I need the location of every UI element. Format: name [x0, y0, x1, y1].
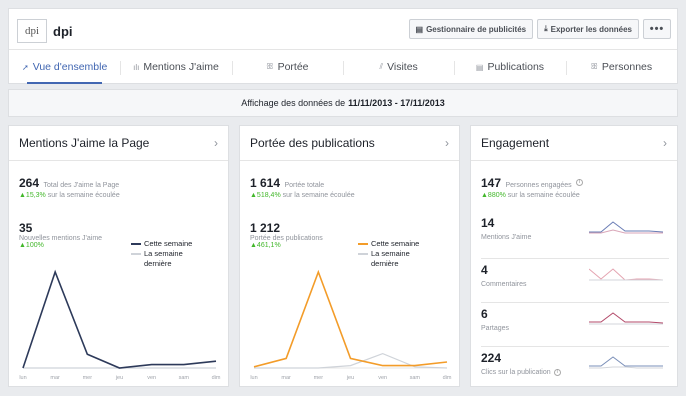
- engagement-row-clicks[interactable]: 224 Clics sur la publication i: [481, 346, 669, 390]
- comments-sparkline: [589, 268, 663, 281]
- download-icon: ⤓: [544, 24, 548, 33]
- chevron-right-icon[interactable]: ›: [445, 136, 449, 150]
- engagement-total-stat: 147 Personnes engagées i ▲880% sur la se…: [481, 174, 584, 199]
- likes-chart-x-tick: lun: [19, 375, 26, 381]
- reach-pub-delta: ▲461,1%: [250, 242, 281, 249]
- legend-swatch: [358, 243, 368, 245]
- likes-chart-x-tick: mer: [83, 375, 93, 381]
- legend-swatch: [358, 253, 368, 255]
- reach-total-stat: 1 614 Portée totale ▲518,4% sur la semai…: [250, 176, 355, 199]
- overview-icon: ➚: [22, 62, 29, 72]
- legend-swatch: [131, 243, 141, 245]
- likes-total-stat: 264 Total des J'aime la Page ▲15,3% sur …: [19, 176, 120, 199]
- likes-card-header[interactable]: Mentions J'aime la Page ›: [9, 126, 228, 161]
- likes-chart-x-tick: dim: [212, 375, 221, 381]
- reach-legend: Cette semaine La semaine dernière: [358, 239, 433, 269]
- likes-chart-x-tick: mar: [50, 375, 60, 381]
- reach-card-title: Portée des publications: [250, 136, 375, 150]
- likes-chart-x-tick: jeu: [115, 375, 123, 381]
- tab-reach[interactable]: ꕥ Portée: [231, 50, 343, 84]
- tab-people[interactable]: ꕥ Personnes: [565, 50, 677, 84]
- reach-chart-x-tick: lun: [250, 375, 257, 381]
- people-icon: ꕥ: [590, 62, 598, 71]
- reach-chart-x-tick: sam: [410, 375, 421, 381]
- engagement-total-value: 147: [481, 176, 502, 190]
- likes-chart-this-week-line: [22, 269, 217, 369]
- reach-chart-x-tick: ven: [378, 375, 387, 381]
- likes-new-value: 35: [19, 221, 33, 235]
- page-logo: dpi: [17, 19, 47, 43]
- engagement-row-likes[interactable]: 14 Mentions J'aime: [481, 212, 669, 256]
- likes-icon: ılı: [133, 62, 140, 72]
- clicks-sparkline: [589, 356, 663, 369]
- ads-manager-icon: ▤: [415, 24, 424, 34]
- engagement-card-header[interactable]: Engagement ›: [471, 126, 677, 161]
- engagement-total-delta: ▲880%: [481, 192, 506, 199]
- reach-total-value: 1 614: [250, 176, 281, 190]
- chevron-right-icon[interactable]: ›: [663, 136, 667, 150]
- insights-tabs: ➚ Vue d'ensemble ılı Mentions J'aime ꕥ Port…: [9, 49, 677, 84]
- likes-card: Mentions J'aime la Page › 264 Total des …: [8, 125, 229, 387]
- engagement-row-shares[interactable]: 6 Partages: [481, 302, 669, 346]
- info-icon[interactable]: i: [553, 369, 561, 376]
- info-icon[interactable]: i: [576, 179, 584, 187]
- likes-new-stat: 35 Nouvelles mentions J'aime ▲100%: [19, 221, 103, 249]
- reach-chart-x-tick: dim: [443, 375, 452, 381]
- engagement-row-comments[interactable]: 4 Commentaires: [481, 258, 669, 302]
- page-header: dpi dpi ▤ Gestionnaire de publicités ⤓ Exp…: [8, 8, 678, 84]
- likes-total-value: 264: [19, 176, 40, 190]
- chevron-right-icon[interactable]: ›: [214, 136, 218, 150]
- date-range-value[interactable]: 11/11/2013 - 17/11/2013: [348, 98, 445, 108]
- page-name[interactable]: dpi: [53, 24, 73, 39]
- tab-posts[interactable]: ▤ Publications: [454, 50, 565, 84]
- tab-likes[interactable]: ılı Mentions J'aime: [120, 50, 231, 84]
- likes-card-title: Mentions J'aime la Page: [19, 136, 150, 150]
- reach-card-header[interactable]: Portée des publications ›: [240, 126, 459, 161]
- likes-total-delta: ▲15,3%: [19, 192, 46, 199]
- visits-icon: ⫽: [379, 62, 384, 71]
- tab-overview[interactable]: ➚ Vue d'ensemble: [9, 50, 120, 84]
- reach-line-chart: lun mar mer jeu ven sam dim: [250, 269, 452, 381]
- reach-icon: ꕥ: [266, 62, 274, 71]
- likes-chart-x-tick: ven: [147, 375, 156, 381]
- reach-chart-x-tick: mar: [281, 375, 291, 381]
- shares-sparkline: [589, 312, 663, 325]
- reach-pub-value: 1 212: [250, 221, 281, 235]
- reach-chart-this-week-line: [253, 269, 448, 368]
- export-button[interactable]: ⤓ Exporter les données: [537, 19, 639, 39]
- tab-visits[interactable]: ⫽ Visites: [342, 50, 454, 84]
- engagement-card: Engagement › 147 Personnes engagées i ▲8…: [470, 125, 678, 387]
- reach-chart-x-tick: mer: [314, 375, 324, 381]
- likes-legend: Cette semaine La semaine dernière: [131, 239, 206, 269]
- likes-sparkline: [589, 221, 663, 234]
- reach-chart-x-tick: jeu: [346, 375, 354, 381]
- likes-line-chart: lun mar mer jeu ven sam dim: [19, 269, 221, 381]
- legend-swatch: [131, 253, 141, 255]
- ads-manager-button[interactable]: ▤ Gestionnaire de publicités: [408, 19, 534, 39]
- reach-pub-stat: 1 212 Portée des publications ▲461,1%: [250, 221, 323, 249]
- likes-new-delta: ▲100%: [19, 242, 44, 249]
- more-options-button[interactable]: •••: [643, 19, 671, 39]
- engagement-card-title: Engagement: [481, 136, 550, 150]
- reach-total-delta: ▲518,4%: [250, 192, 281, 199]
- page-brand[interactable]: dpi dpi: [17, 19, 73, 43]
- posts-icon: ▤: [475, 62, 484, 72]
- date-range-bar: Affichage des données de 11/11/2013 - 17…: [8, 89, 678, 117]
- likes-chart-x-tick: sam: [179, 375, 190, 381]
- reach-card: Portée des publications › 1 614 Portée t…: [239, 125, 460, 387]
